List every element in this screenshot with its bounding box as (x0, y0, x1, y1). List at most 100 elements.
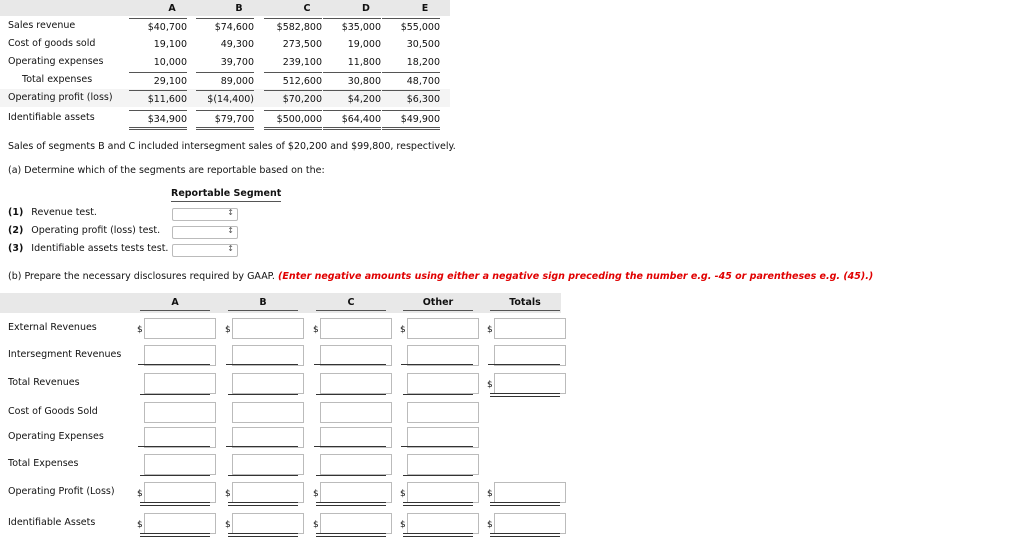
subtotal-underline (138, 446, 210, 447)
column-header-b: B (228, 297, 298, 311)
amount-input-a[interactable] (144, 373, 216, 394)
row-label: Sales revenue (8, 20, 76, 31)
amount-input-other[interactable] (407, 318, 479, 339)
column-header-a: A (140, 297, 210, 311)
amount-input-c[interactable] (320, 482, 392, 503)
row-label: Intersegment Revenues (8, 349, 122, 360)
dollar-sign: $ (313, 325, 319, 335)
table-cell: 49,300 (220, 39, 254, 50)
intersegment-note: Sales of segments B and C included inter… (8, 141, 456, 152)
amount-input-totals[interactable] (494, 345, 566, 366)
amount-input-a[interactable] (144, 345, 216, 366)
amount-input-other[interactable] (407, 454, 479, 475)
amount-input-b[interactable] (232, 345, 304, 366)
table-cell: $55,000 (382, 18, 440, 33)
column-header-other: Other (403, 297, 473, 311)
row-label: Operating expenses (8, 56, 104, 67)
test-label: Identifiable assets tests test. (31, 243, 169, 254)
amount-input-totals[interactable] (494, 513, 566, 534)
row-label: Total expenses (22, 74, 93, 85)
total-double-underline (140, 502, 210, 506)
table-cell: 19,100 (153, 39, 187, 50)
amount-input-a[interactable] (144, 318, 216, 339)
row-label: Cost of goods sold (8, 38, 96, 49)
total-double-underline (316, 533, 386, 537)
table-cell: $6,300 (382, 90, 440, 105)
amount-input-other[interactable] (407, 513, 479, 534)
subtotal-underline (314, 364, 386, 365)
amount-input-totals[interactable] (494, 318, 566, 339)
subtotal-underline (226, 446, 298, 447)
reportable-segment-select[interactable] (172, 244, 238, 257)
table-cell: 512,600 (264, 72, 322, 87)
amount-input-c[interactable] (320, 513, 392, 534)
amount-input-other[interactable] (407, 427, 479, 448)
amount-input-c[interactable] (320, 454, 392, 475)
amount-input-a[interactable] (144, 482, 216, 503)
test-number: (2) (8, 225, 24, 236)
total-double-underline (403, 502, 473, 506)
amount-input-b[interactable] (232, 427, 304, 448)
table-cell: $4,200 (323, 90, 381, 105)
row-label: Total Expenses (8, 458, 79, 469)
column-header-E: E (421, 3, 429, 14)
amount-input-other[interactable] (407, 345, 479, 366)
row-label: Identifiable assets (8, 112, 95, 123)
amount-input-b[interactable] (232, 454, 304, 475)
row-label: Total Revenues (8, 377, 80, 388)
dollar-sign: $ (400, 520, 406, 530)
dollar-sign: $ (225, 325, 231, 335)
amount-input-b[interactable] (232, 482, 304, 503)
table-cell: $34,900 (129, 110, 187, 130)
amount-input-a[interactable] (144, 454, 216, 475)
total-double-underline (228, 502, 298, 506)
amount-input-a[interactable] (144, 427, 216, 448)
amount-input-b[interactable] (232, 513, 304, 534)
amount-input-b[interactable] (232, 373, 304, 394)
part-b-prompt: (b) Prepare the necessary disclosures re… (8, 271, 873, 282)
subtotal-underline (316, 475, 386, 476)
test-label: Operating profit (loss) test. (31, 225, 161, 236)
table-cell: 11,800 (347, 57, 381, 68)
amount-input-c[interactable] (320, 345, 392, 366)
subtotal-underline (401, 446, 473, 447)
subtotal-underline (138, 364, 210, 365)
amount-input-c[interactable] (320, 402, 392, 423)
table-cell: $79,700 (196, 110, 254, 130)
amount-input-c[interactable] (320, 373, 392, 394)
amount-input-c[interactable] (320, 318, 392, 339)
amount-input-other[interactable] (407, 373, 479, 394)
dollar-sign: $ (313, 520, 319, 530)
reportable-segment-select[interactable] (172, 208, 238, 221)
amount-input-a[interactable] (144, 402, 216, 423)
table-cell: $74,600 (196, 18, 254, 33)
test-number: (3) (8, 243, 24, 254)
dollar-sign: $ (137, 325, 143, 335)
subtotal-underline (228, 475, 298, 476)
amount-input-c[interactable] (320, 427, 392, 448)
table-cell: 30,500 (406, 39, 440, 50)
row-label: External Revenues (8, 322, 97, 333)
table-cell: $64,400 (323, 110, 381, 130)
table-cell: 18,200 (406, 57, 440, 68)
table-cell: 29,100 (129, 72, 187, 87)
amount-input-b[interactable] (232, 402, 304, 423)
subtotal-underline (226, 364, 298, 365)
amount-input-totals[interactable] (494, 482, 566, 503)
table-cell: $500,000 (264, 110, 322, 130)
amount-input-totals[interactable] (494, 373, 566, 394)
test-label: Revenue test. (31, 207, 97, 218)
amount-input-b[interactable] (232, 318, 304, 339)
part-b-text: (b) Prepare the necessary disclosures re… (8, 271, 275, 282)
column-header-C: C (303, 3, 311, 14)
dollar-sign: $ (225, 489, 231, 499)
amount-input-other[interactable] (407, 402, 479, 423)
table-cell: 39,700 (220, 57, 254, 68)
reportable-segment-select[interactable] (172, 226, 238, 239)
dollar-sign: $ (400, 325, 406, 335)
amount-input-other[interactable] (407, 482, 479, 503)
total-double-underline (490, 393, 560, 397)
test-row: (1) Revenue test. (8, 207, 97, 218)
row-label: Cost of Goods Sold (8, 406, 98, 417)
amount-input-a[interactable] (144, 513, 216, 534)
